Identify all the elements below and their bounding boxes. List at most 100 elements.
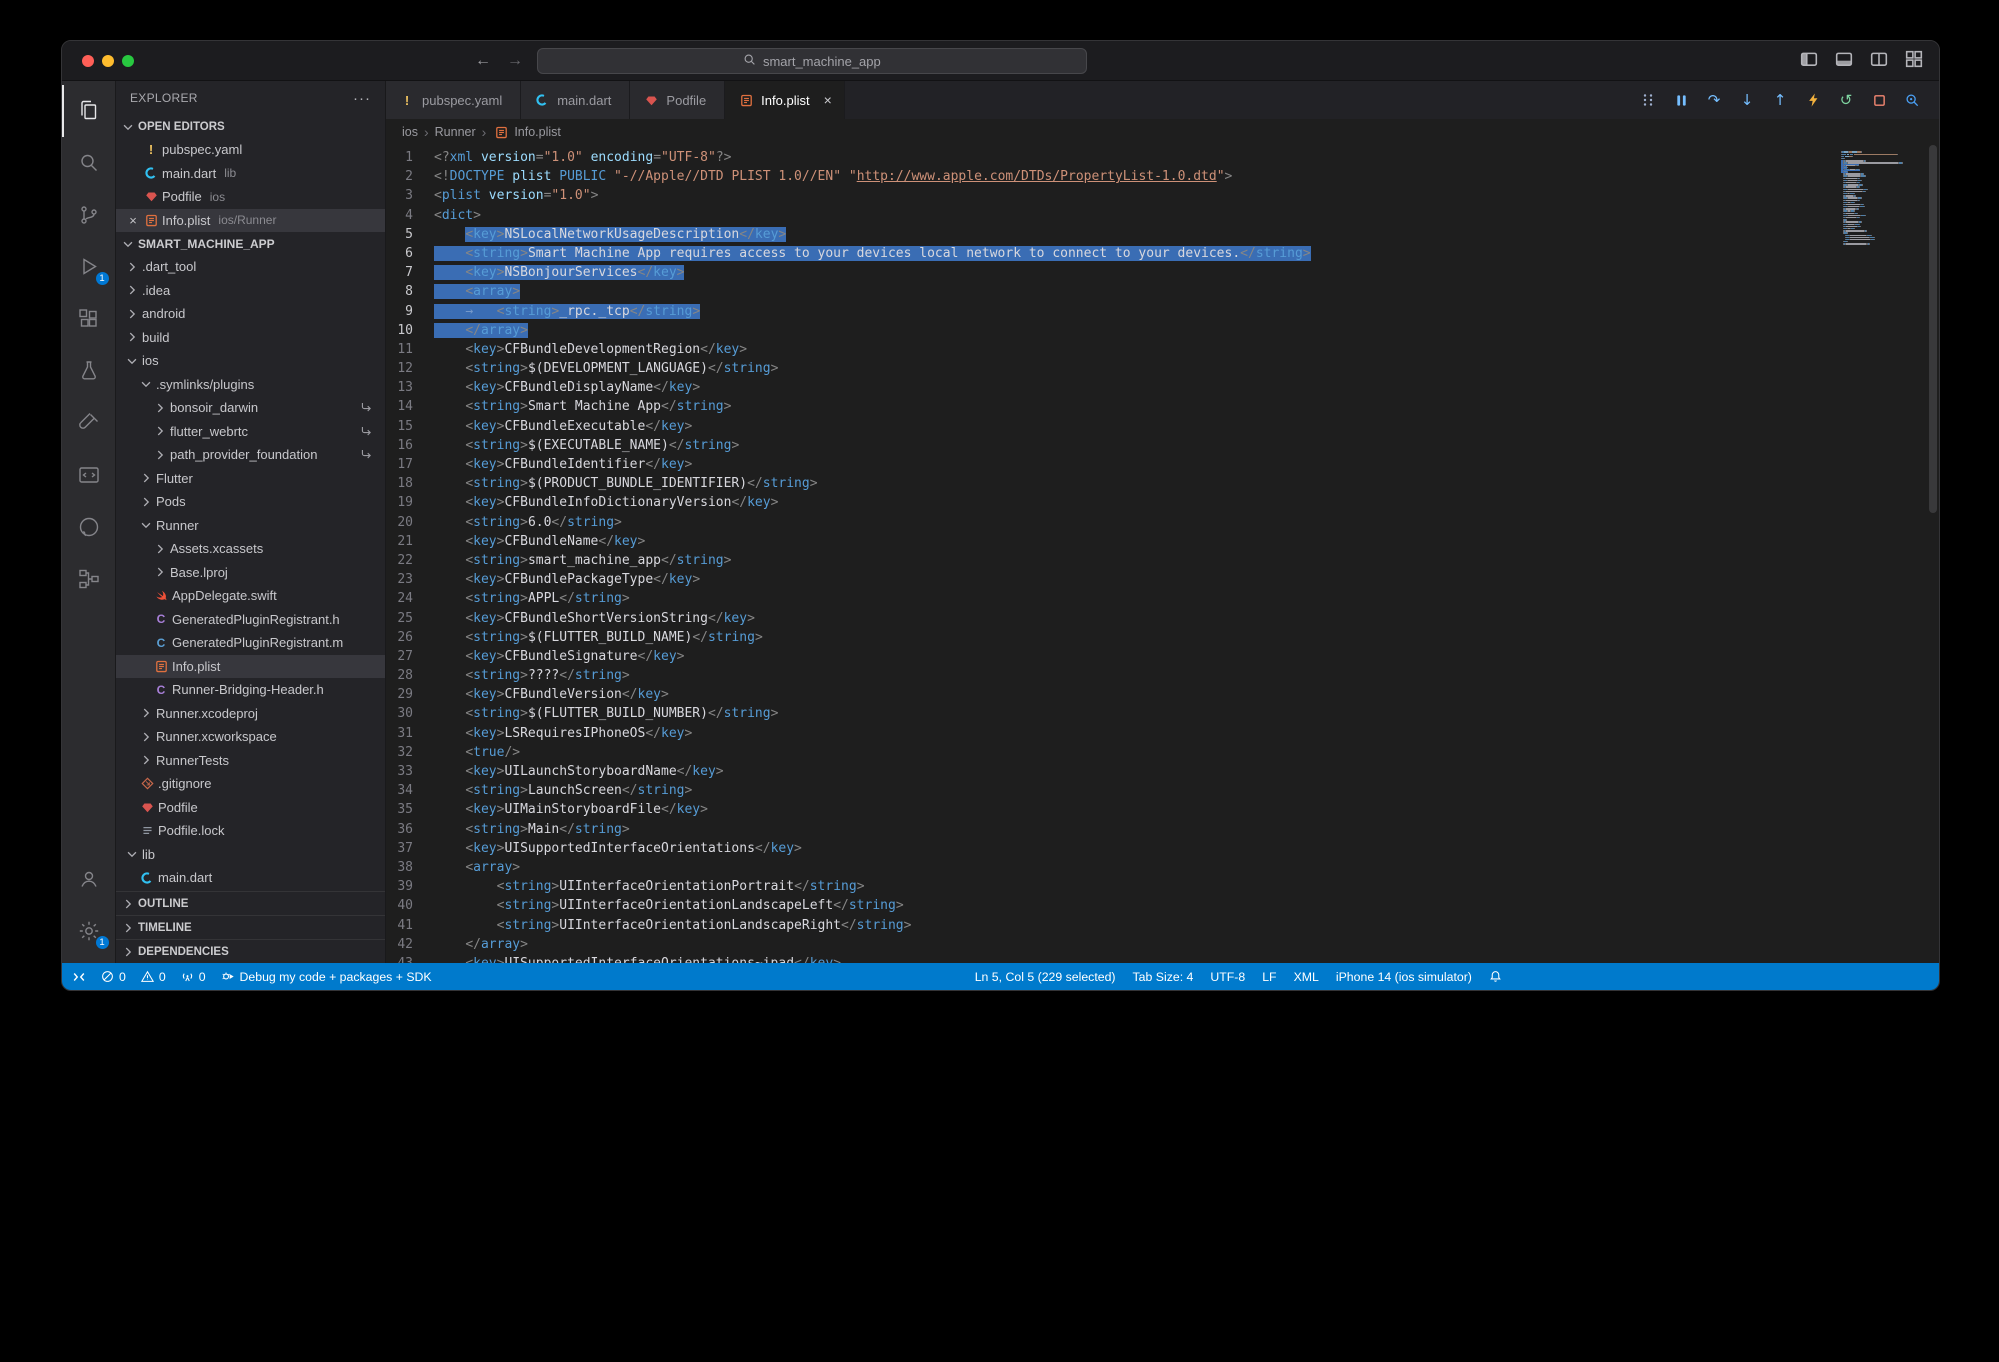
tree-item-RunnerTests[interactable]: RunnerTests — [116, 749, 385, 773]
pause-icon[interactable] — [1672, 94, 1690, 107]
testing-icon[interactable] — [62, 345, 116, 397]
line-number[interactable]: 29 — [386, 685, 434, 704]
line-number[interactable]: 11 — [386, 340, 434, 359]
hot-reload-icon[interactable] — [1804, 93, 1822, 107]
line-number[interactable]: 3 — [386, 186, 434, 205]
line-number[interactable]: 36 — [386, 820, 434, 839]
tree-item-ios[interactable]: ios — [116, 349, 385, 373]
status-device[interactable]: iPhone 14 (ios simulator) — [1336, 970, 1472, 984]
line-number[interactable]: 1 — [386, 148, 434, 167]
code-editor[interactable]: 1<?xml version="1.0" encoding="UTF-8"?> 2… — [386, 145, 1841, 963]
code-line-17[interactable]: 17 <key>CFBundleIdentifier</key> — [386, 455, 1841, 474]
line-number[interactable]: 30 — [386, 704, 434, 723]
line-number[interactable]: 8 — [386, 282, 434, 301]
search-icon[interactable] — [62, 137, 116, 189]
status-warnings[interactable]: 0 — [141, 970, 166, 984]
line-number[interactable]: 22 — [386, 551, 434, 570]
code-line-4[interactable]: 4<dict> — [386, 206, 1841, 225]
line-number[interactable]: 34 — [386, 781, 434, 800]
code-line-23[interactable]: 23 <key>CFBundlePackageType</key> — [386, 570, 1841, 589]
status-tab-size[interactable]: Tab Size: 4 — [1133, 970, 1194, 984]
line-number[interactable]: 19 — [386, 493, 434, 512]
line-number[interactable]: 9 — [386, 302, 434, 321]
code-line-34[interactable]: 34 <string>LaunchScreen</string> — [386, 781, 1841, 800]
status-remote[interactable] — [72, 970, 86, 984]
tree-item-build[interactable]: build — [116, 326, 385, 350]
tab-Info.plist[interactable]: Info.plist× — [725, 81, 845, 119]
line-number[interactable]: 31 — [386, 724, 434, 743]
section-timeline[interactable]: TIMELINE — [116, 915, 385, 939]
code-line-3[interactable]: 3<plist version="1.0"> — [386, 186, 1841, 205]
line-number[interactable]: 28 — [386, 666, 434, 685]
tree-item-main.dart[interactable]: main.dart — [116, 866, 385, 890]
code-line-5[interactable]: 5 <key>NSLocalNetworkUsageDescription</k… — [386, 225, 1841, 244]
code-line-27[interactable]: 27 <key>CFBundleSignature</key> — [386, 647, 1841, 666]
line-number[interactable]: 13 — [386, 378, 434, 397]
line-number[interactable]: 43 — [386, 954, 434, 963]
line-number[interactable]: 21 — [386, 532, 434, 551]
toggle-panel-icon[interactable] — [1835, 50, 1853, 73]
toolbar-grip-icon[interactable] — [1639, 93, 1657, 107]
tree-item-Runner.xcworkspace[interactable]: Runner.xcworkspace — [116, 725, 385, 749]
status-eol[interactable]: LF — [1262, 970, 1276, 984]
settings-icon[interactable]: 1 — [62, 905, 116, 957]
minimap[interactable] — [1841, 145, 1927, 963]
accounts-icon[interactable] — [62, 853, 116, 905]
code-line-9[interactable]: 9 → <string>_rpc._tcp</string> — [386, 302, 1841, 321]
section-dependencies[interactable]: DEPENDENCIES — [116, 939, 385, 963]
extensions-icon[interactable] — [62, 293, 116, 345]
tree-item-GeneratedPluginRegistrant.h[interactable]: CGeneratedPluginRegistrant.h — [116, 608, 385, 632]
inspector-icon[interactable] — [1903, 93, 1921, 107]
code-line-35[interactable]: 35 <key>UIMainStoryboardFile</key> — [386, 800, 1841, 819]
code-line-14[interactable]: 14 <string>Smart Machine App</string> — [386, 397, 1841, 416]
line-number[interactable]: 42 — [386, 935, 434, 954]
step-into-icon[interactable]: ↓ — [1738, 91, 1756, 109]
code-line-25[interactable]: 25 <key>CFBundleShortVersionString</key> — [386, 609, 1841, 628]
test-tube-icon[interactable] — [62, 397, 116, 449]
minimize-window-button[interactable] — [102, 55, 114, 67]
code-line-7[interactable]: 7 <key>NSBonjourServices</key> — [386, 263, 1841, 282]
tree-item-Info.plist[interactable]: Info.plist — [116, 655, 385, 679]
tree-item-.dart_tool[interactable]: .dart_tool — [116, 255, 385, 279]
open-editor-pubspec.yaml[interactable]: !pubspec.yaml — [116, 138, 385, 162]
line-number[interactable]: 23 — [386, 570, 434, 589]
line-number[interactable]: 35 — [386, 800, 434, 819]
tree-item-Podfile.lock[interactable]: Podfile.lock — [116, 819, 385, 843]
open-editors-header[interactable]: OPEN EDITORS — [116, 115, 385, 138]
tree-item-Flutter[interactable]: Flutter — [116, 467, 385, 491]
devtools-icon[interactable] — [62, 449, 116, 501]
line-number[interactable]: 39 — [386, 877, 434, 896]
tree-item-Assets.xcassets[interactable]: Assets.xcassets — [116, 537, 385, 561]
forward-icon[interactable]: → — [507, 52, 523, 70]
code-line-13[interactable]: 13 <key>CFBundleDisplayName</key> — [386, 378, 1841, 397]
line-number[interactable]: 27 — [386, 647, 434, 666]
line-number[interactable]: 7 — [386, 263, 434, 282]
step-over-icon[interactable]: ↷ — [1705, 91, 1723, 109]
code-line-40[interactable]: 40 <string>UIInterfaceOrientationLandsca… — [386, 896, 1841, 915]
tree-item-Pods[interactable]: Pods — [116, 490, 385, 514]
section-outline[interactable]: OUTLINE — [116, 891, 385, 915]
status-debug-config[interactable]: Debug my code + packages + SDK — [221, 970, 432, 984]
tree-item-bonsoir_darwin[interactable]: bonsoir_darwin — [116, 396, 385, 420]
code-line-1[interactable]: 1<?xml version="1.0" encoding="UTF-8"?> — [386, 148, 1841, 167]
status-ports[interactable]: 0 — [181, 970, 206, 984]
line-number[interactable]: 40 — [386, 896, 434, 915]
line-number[interactable]: 33 — [386, 762, 434, 781]
project-header[interactable]: SMART_MACHINE_APP — [116, 232, 385, 255]
line-number[interactable]: 41 — [386, 916, 434, 935]
code-line-30[interactable]: 30 <string>$(FLUTTER_BUILD_NUMBER)</stri… — [386, 704, 1841, 723]
split-editor-icon[interactable] — [1870, 50, 1888, 73]
open-editor-main.dart[interactable]: main.dartlib — [116, 162, 385, 186]
line-number[interactable]: 32 — [386, 743, 434, 762]
line-number[interactable]: 5 — [386, 225, 434, 244]
code-line-29[interactable]: 29 <key>CFBundleVersion</key> — [386, 685, 1841, 704]
tree-item-flutter_webrtc[interactable]: flutter_webrtc — [116, 420, 385, 444]
tree-item-path_provider_foundation[interactable]: path_provider_foundation — [116, 443, 385, 467]
restart-icon[interactable]: ↺ — [1837, 91, 1855, 109]
line-number[interactable]: 4 — [386, 206, 434, 225]
code-line-16[interactable]: 16 <string>$(EXECUTABLE_NAME)</string> — [386, 436, 1841, 455]
tree-item-Base.lproj[interactable]: Base.lproj — [116, 561, 385, 585]
code-line-8[interactable]: 8 <array> — [386, 282, 1841, 301]
code-line-22[interactable]: 22 <string>smart_machine_app</string> — [386, 551, 1841, 570]
toggle-sidebar-icon[interactable] — [1800, 50, 1818, 73]
